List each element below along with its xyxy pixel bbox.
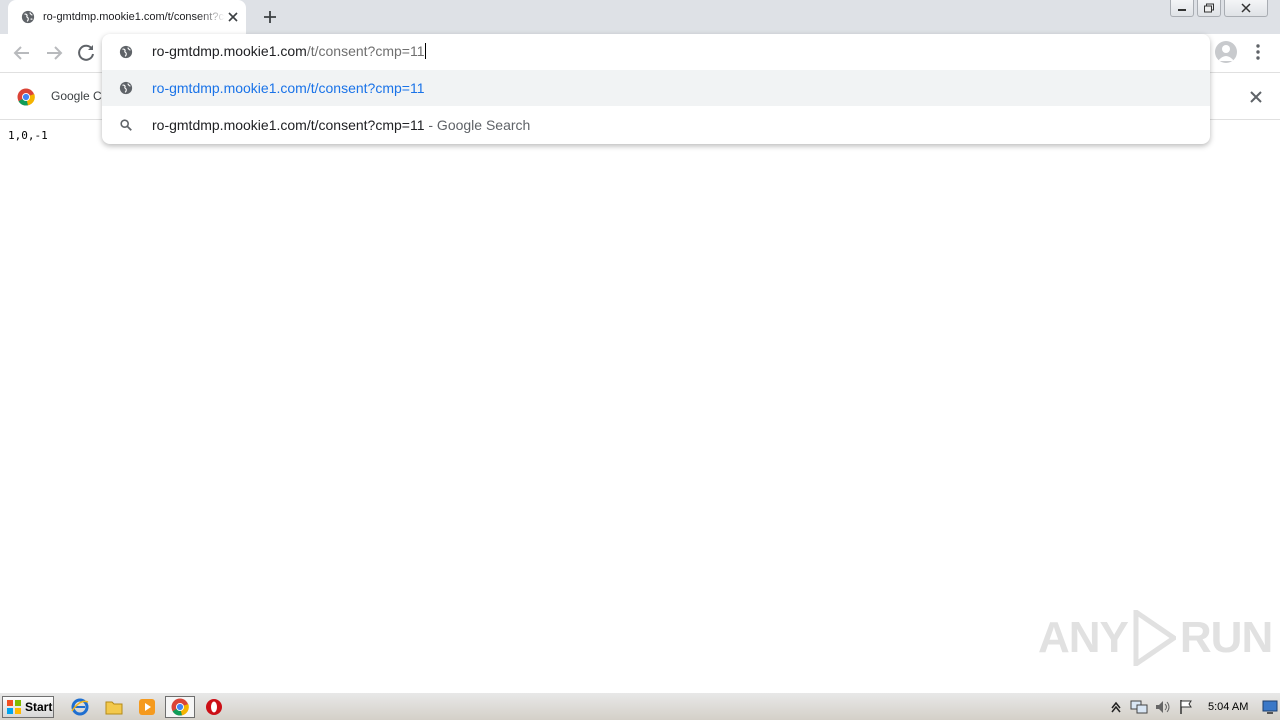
chrome-icon (171, 698, 189, 716)
watermark-text-left: ANY (1038, 613, 1129, 662)
info-bar-message: Google Ch (51, 89, 109, 103)
omnibox-input-row[interactable]: ro-gmtdmp.mookie1.com/t/consent?cmp=11 (102, 34, 1210, 70)
restore-icon (1204, 3, 1214, 13)
tab-close-icon[interactable] (226, 10, 240, 24)
browser-tab[interactable]: ro-gmtdmp.mookie1.com/t/consent?cmp=11 (8, 0, 246, 34)
info-bar-close-icon[interactable] (1248, 89, 1264, 105)
globe-icon (119, 45, 133, 59)
suggestion-suffix: - Google Search (424, 117, 531, 133)
address-host: ro-gmtdmp.mookie1.com (152, 43, 307, 59)
windows-logo-icon (7, 700, 21, 714)
search-icon (120, 119, 132, 131)
system-tray (1106, 695, 1280, 719)
close-icon (1241, 3, 1251, 13)
suggestion-text: ro-gmtdmp.mookie1.com/t/consent?cmp=11 (152, 117, 425, 133)
arrow-left-icon[interactable] (10, 41, 34, 65)
desktop-icon[interactable] (1262, 699, 1278, 715)
plus-icon[interactable] (260, 7, 280, 27)
network-icon[interactable] (1130, 699, 1148, 715)
volume-icon[interactable] (1154, 699, 1172, 715)
watermark-text-right: RUN (1179, 613, 1273, 662)
start-button[interactable]: Start (2, 696, 54, 718)
folder-icon[interactable] (104, 697, 124, 717)
play-triangle-icon (1133, 610, 1176, 666)
arrow-right-icon[interactable] (42, 41, 66, 65)
internet-explorer-icon[interactable] (70, 697, 90, 717)
chrome-taskbar-button[interactable] (165, 696, 195, 718)
chevron-up-icon[interactable] (1110, 700, 1122, 714)
window-close-button[interactable] (1224, 0, 1268, 17)
omnibox-suggestion-url[interactable]: ro-gmtdmp.mookie1.com/t/consent?cmp=11 (102, 70, 1210, 106)
taskbar: Start 5:04 AM (0, 692, 1280, 720)
window-controls (1170, 0, 1268, 18)
suggestion-text: ro-gmtdmp.mookie1.com/t/consent?cmp=11 (152, 80, 425, 96)
opera-icon[interactable] (204, 697, 224, 717)
tab-title: ro-gmtdmp.mookie1.com/t/consent?cmp=11 (43, 11, 225, 23)
restore-button[interactable] (1197, 0, 1221, 17)
address-input[interactable]: ro-gmtdmp.mookie1.com/t/consent?cmp=11 (152, 43, 427, 59)
omnibox-suggestion-search[interactable]: ro-gmtdmp.mookie1.com/t/consent?cmp=11 -… (102, 107, 1210, 143)
chrome-logo-icon (17, 88, 35, 106)
minimize-button[interactable] (1170, 0, 1194, 17)
media-player-icon[interactable] (137, 697, 157, 717)
tab-strip: ro-gmtdmp.mookie1.com/t/consent?cmp=11 (0, 0, 1280, 34)
kebab-menu-icon[interactable] (1250, 42, 1266, 62)
minimize-icon (1178, 9, 1186, 11)
anyrun-watermark: ANY RUN (1038, 610, 1273, 666)
clock: 5:04 AM (1208, 701, 1249, 713)
avatar-icon[interactable] (1215, 41, 1237, 63)
page-content: 1,0,-1 (0, 121, 1280, 691)
flag-icon[interactable] (1178, 699, 1194, 715)
start-label: Start (25, 700, 53, 714)
reload-icon[interactable] (74, 41, 98, 65)
omnibox-dropdown: ro-gmtdmp.mookie1.com/t/consent?cmp=11 r… (102, 34, 1210, 144)
address-path: /t/consent?cmp=11 (306, 43, 425, 59)
globe-icon (119, 81, 133, 95)
text-caret (425, 43, 427, 59)
globe-icon (21, 10, 35, 24)
page-body-text: 1,0,-1 (8, 129, 48, 142)
